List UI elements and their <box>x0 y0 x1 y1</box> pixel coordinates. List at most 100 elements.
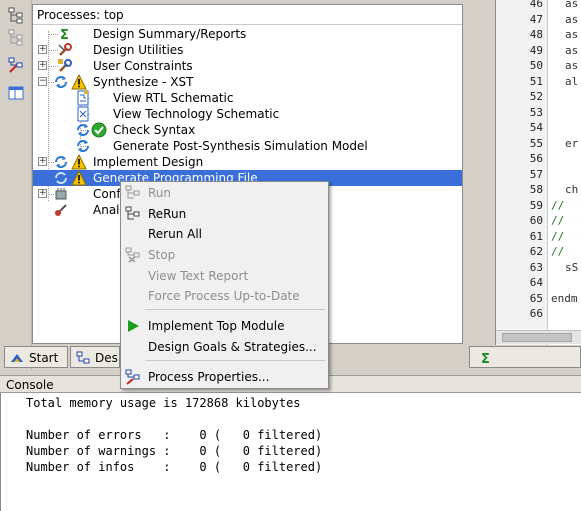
code-line: al <box>565 74 579 88</box>
start-icon <box>9 350 25 366</box>
menu-item-force-up-to-date[interactable]: Force Process Up-to-Date <box>121 286 328 306</box>
line-number: 57 <box>529 167 543 181</box>
line-number: 59 <box>529 198 543 212</box>
constraints-icon <box>57 58 73 74</box>
expand-toggle[interactable]: + <box>38 157 47 166</box>
menu-item-label: Force Process Up-to-Date <box>148 289 300 303</box>
menu-item-view-text-report[interactable]: View Text Report <box>121 266 328 286</box>
tree-item-design-utilities[interactable]: + Design Utilities <box>33 42 462 58</box>
tree-item-implement-design[interactable]: + Implement Design <box>33 154 462 170</box>
menu-item-label: View Text Report <box>148 269 249 283</box>
menu-item-implement-top-module[interactable]: Implement Top Module <box>121 316 328 336</box>
menu-separator <box>145 309 325 310</box>
tree-item-label: View RTL Schematic <box>113 91 234 105</box>
menu-item-run[interactable]: Run <box>121 183 328 203</box>
line-number: 63 <box>529 260 543 274</box>
tree-item-post-synthesis-sim[interactable]: Generate Post-Synthesis Simulation Model <box>33 138 462 154</box>
tree-item-label: Anal <box>93 203 120 217</box>
line-number: 53 <box>529 105 543 119</box>
menu-item-label: Stop <box>148 248 176 262</box>
process-properties-icon[interactable] <box>7 56 25 74</box>
scrollbar-thumb[interactable] <box>502 333 572 342</box>
run-icon <box>125 185 141 201</box>
panel-header: Processes: top <box>33 5 462 25</box>
line-number: 52 <box>529 90 543 103</box>
warning-icon <box>71 154 87 170</box>
expand-toggle[interactable]: + <box>38 61 47 70</box>
tree-item-user-constraints[interactable]: + User Constraints <box>33 58 462 74</box>
tree-item-design-summary[interactable]: Σ Design Summary/Reports <box>33 26 462 42</box>
expand-toggle[interactable]: + <box>38 189 47 198</box>
line-number: 51 <box>529 74 543 88</box>
hierarchy-disabled-icon[interactable] <box>7 28 25 46</box>
menu-item-rerun[interactable]: ReRun <box>121 204 328 224</box>
run-cycle-icon <box>53 74 69 90</box>
stop-icon <box>125 247 141 263</box>
menu-item-design-goals[interactable]: Design Goals & Strategies... <box>121 337 328 357</box>
tree-item-label: Implement Design <box>93 155 204 169</box>
run-cycle-icon <box>75 122 91 138</box>
line-number: 58 <box>529 183 543 196</box>
tree-item-synthesize[interactable]: − Synthesize - XST <box>33 74 462 90</box>
line-number: 64 <box>529 276 543 289</box>
menu-item-label: Implement Top Module <box>148 319 285 333</box>
tree-item-view-rtl[interactable]: View RTL Schematic <box>33 90 462 106</box>
tab-start[interactable]: Start <box>4 346 68 368</box>
editor-horizontal-scrollbar[interactable] <box>496 330 581 344</box>
process-properties-icon <box>125 369 141 385</box>
tree-item-view-technology[interactable]: View Technology Schematic <box>33 106 462 122</box>
tree-item-label: User Constraints <box>93 59 193 73</box>
sigma-icon: Σ <box>478 350 494 366</box>
menu-item-process-properties[interactable]: Process Properties... <box>121 367 328 387</box>
collapse-toggle[interactable]: − <box>38 77 47 86</box>
schematic-icon <box>75 90 91 106</box>
code-line: as <box>565 28 579 41</box>
code-editor[interactable]: 46 47 48 49 50 51 52 53 54 55 56 57 58 59 60 61 62 63 64 65… <box>495 0 581 345</box>
code-line: // <box>551 229 565 243</box>
device-icon <box>53 186 69 202</box>
console-line: Number of warnings : 0 ( 0 filtered) <box>26 444 323 458</box>
hierarchy-icon[interactable] <box>7 6 25 24</box>
code-line: // <box>551 198 565 212</box>
console-output[interactable]: Total memory usage is 172868 kilobytes N… <box>0 393 581 511</box>
line-number: 47 <box>529 12 543 26</box>
check-icon <box>91 122 107 138</box>
tree-item-label: Conf <box>93 187 121 201</box>
run-cycle-icon <box>53 170 69 186</box>
line-number: 54 <box>529 121 543 134</box>
line-number: 60 <box>529 214 543 227</box>
expand-toggle[interactable]: + <box>38 45 47 54</box>
svg-text:Σ: Σ <box>481 352 490 366</box>
tree-item-label: Design Utilities <box>93 43 184 57</box>
menu-item-label: Rerun All <box>148 227 203 241</box>
tree-item-check-syntax[interactable]: Check Syntax <box>33 122 462 138</box>
code-line: as <box>565 0 579 10</box>
tools-icon <box>57 42 73 58</box>
panel-icon[interactable] <box>7 84 25 102</box>
run-cycle-icon <box>75 138 91 154</box>
line-number: 48 <box>529 28 543 41</box>
menu-item-label: Design Goals & Strategies... <box>148 340 317 354</box>
code-line: // <box>551 245 565 258</box>
schematic-icon <box>75 106 91 122</box>
tree-item-label: View Technology Schematic <box>113 107 280 121</box>
console-line: Number of infos : 0 ( 0 filtered) <box>26 460 323 474</box>
tab-label: Des <box>95 351 118 365</box>
menu-item-stop[interactable]: Stop <box>121 245 328 265</box>
tab-design[interactable]: Des <box>70 346 120 368</box>
tree-item-label: Check Syntax <box>113 123 196 137</box>
menu-item-label: ReRun <box>148 207 187 221</box>
editor-tabs: Σ <box>467 346 581 368</box>
tree-item-label: Synthesize - XST <box>93 75 194 89</box>
code-line: er <box>565 136 579 150</box>
menu-item-rerun-all[interactable]: Rerun All <box>121 224 328 244</box>
console-line: Total memory usage is 172868 kilobytes <box>26 396 301 410</box>
warning-icon <box>71 170 87 186</box>
tab-design-summary[interactable]: Σ <box>469 346 581 368</box>
line-number: 56 <box>529 152 543 165</box>
code-line: endm <box>551 291 578 305</box>
code-line: sS <box>565 260 579 274</box>
line-number: 55 <box>529 136 543 150</box>
console-line: Number of errors : 0 ( 0 filtered) <box>26 428 323 442</box>
code-line: as <box>565 59 579 72</box>
